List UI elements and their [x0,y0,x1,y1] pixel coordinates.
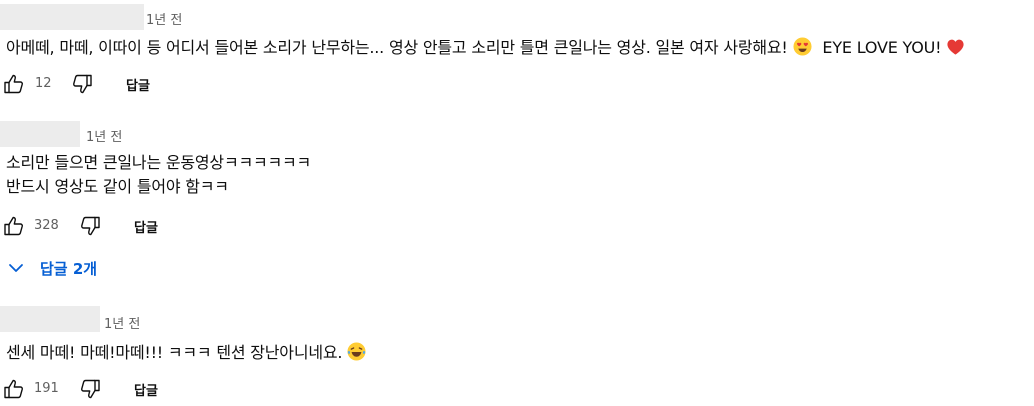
reply-button[interactable]: 답글 [134,380,158,399]
chevron-down-icon [9,264,23,272]
laughing-tears-emoji-icon [347,342,366,366]
like-button[interactable] [0,212,28,240]
view-replies-button[interactable]: 답글 2개 [6,253,97,283]
thumb-up-icon [4,74,23,94]
comment-text-line: EYE LOVE YOU! [822,38,942,57]
reply-button[interactable]: 답글 [134,217,158,236]
dislike-button[interactable] [68,70,96,98]
author-name-redacted[interactable] [0,4,144,30]
red-heart-icon [946,38,965,61]
comment-text-line: 아메떼, 마떼, 이따이 등 어디서 들어본 소리가 난무하는... 영상 안틀… [6,38,788,57]
thumb-up-icon [4,379,23,399]
comment-text: 센세 마떼! 마떼!마떼!!! ㅋㅋㅋ 텐션 장난아니네요. [6,342,366,366]
comment-timestamp[interactable]: 1년 전 [86,126,122,145]
comment-text: 아메떼, 마떼, 이따이 등 어디서 들어본 소리가 난무하는... 영상 안틀… [6,37,965,61]
thumb-down-icon [73,74,92,94]
comment-text-line: 센세 마떼! 마떼!마떼!!! ㅋㅋㅋ 텐션 장난아니네요. [6,343,343,362]
view-replies-label: 답글 2개 [40,259,98,278]
like-count: 191 [34,381,59,396]
comment-text-line: 소리만 들으면 큰일나는 운동영상ㅋㅋㅋㅋㅋㅋ [6,153,312,172]
comment-actions: 12 답글 [0,70,300,98]
comment-text-line: 반드시 영상도 같이 틀어야 함ㅋㅋ [6,177,229,196]
like-count: 328 [34,218,59,233]
thumb-down-icon [81,216,100,236]
reply-button[interactable]: 답글 [126,75,150,94]
dislike-button[interactable] [76,212,104,240]
comment-timestamp[interactable]: 1년 전 [146,9,182,28]
like-button[interactable] [0,375,28,403]
heart-eyes-emoji-icon [793,37,812,61]
dislike-button[interactable] [76,375,104,403]
author-name-redacted[interactable] [0,121,80,147]
author-name-redacted[interactable] [0,306,100,332]
like-count: 12 [35,76,52,91]
like-button[interactable] [0,70,28,98]
comment-actions: 191 답글 [0,375,300,403]
thumb-up-icon [4,216,23,236]
comment-actions: 328 답글 [0,212,300,240]
comment-timestamp[interactable]: 1년 전 [104,313,140,332]
thumb-down-icon [81,379,100,399]
